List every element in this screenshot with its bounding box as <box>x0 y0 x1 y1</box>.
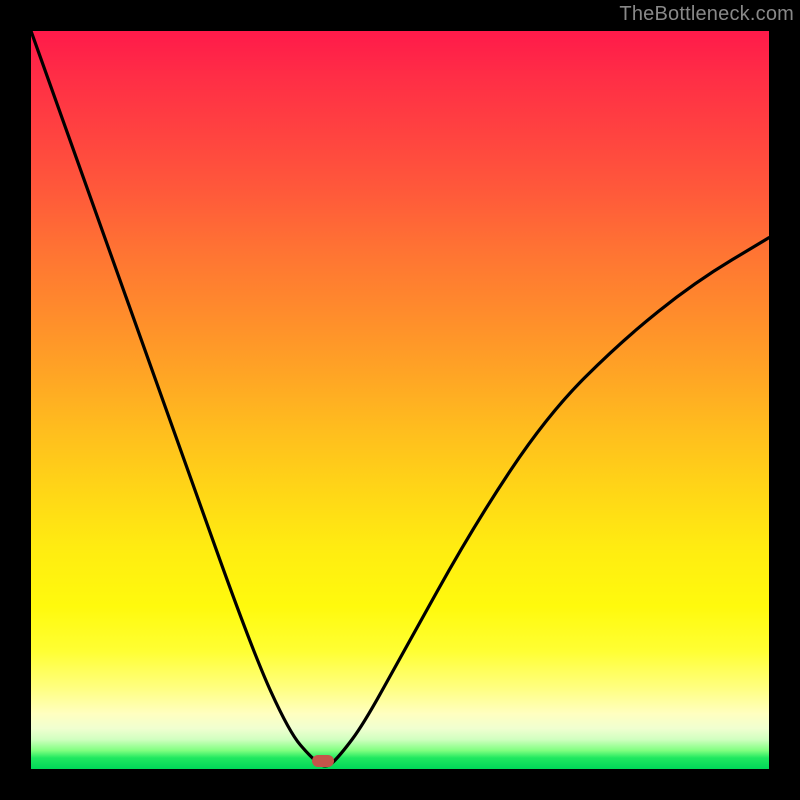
watermark-text: TheBottleneck.com <box>619 3 794 26</box>
gradient-background <box>31 31 769 769</box>
plot-area <box>31 31 769 769</box>
chart-container: TheBottleneck.com <box>0 0 800 800</box>
optimal-point-marker <box>312 755 334 767</box>
